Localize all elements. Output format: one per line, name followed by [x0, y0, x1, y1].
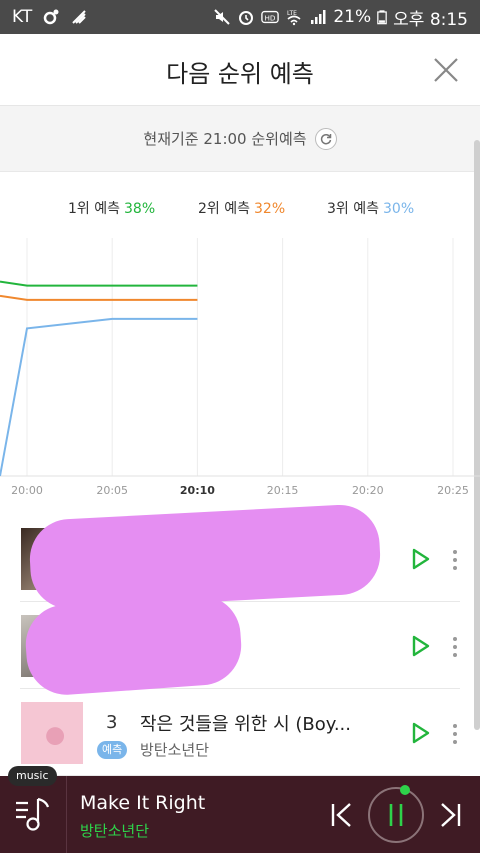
x-tick-label: 20:15 — [267, 484, 299, 497]
legend-item-rank1: 1위 예측 38% — [68, 198, 155, 218]
rank-number: 3 — [106, 712, 118, 733]
svg-text:HD: HD — [265, 14, 276, 23]
basis-label: 현재기준 21:00 순위예측 — [143, 130, 307, 148]
refresh-button[interactable] — [314, 127, 337, 150]
song-title: 작은 것들을 위한 시 (Boy... — [140, 714, 352, 735]
more-options-icon[interactable] — [450, 723, 460, 745]
mini-player[interactable]: music Make It Right 방탄소년단 — [0, 766, 480, 853]
battery-icon — [377, 10, 387, 25]
location-icon — [43, 9, 59, 25]
x-tick-label: 20:25 — [437, 484, 469, 497]
play-icon[interactable] — [411, 722, 431, 744]
next-track-icon[interactable] — [438, 802, 462, 828]
legend-label: 2위 예측 — [198, 201, 250, 217]
x-tick-label: 20:05 — [96, 484, 128, 497]
close-icon[interactable] — [432, 56, 460, 84]
previous-track-icon[interactable] — [330, 802, 354, 828]
hd-icon: HD — [261, 10, 280, 24]
prediction-basis: 현재기준 21:00 순위예측 — [0, 106, 480, 172]
series-line-3 — [0, 317, 198, 477]
signal-icon — [311, 10, 326, 24]
more-options-icon[interactable] — [450, 636, 460, 658]
progress-indicator — [400, 785, 410, 795]
play-icon[interactable] — [411, 635, 431, 657]
rank-prediction-chart: 20:00 20:05 20:10 20:15 20:20 20:25 — [0, 238, 480, 500]
app-notification-icon — [72, 10, 86, 24]
mute-icon — [214, 9, 231, 25]
x-tick-label: 20:10 — [180, 484, 215, 497]
now-playing-artist: 방탄소년단 — [80, 822, 150, 840]
legend-value: 38% — [124, 201, 156, 217]
series-line-2 — [0, 294, 198, 301]
artist-name: 방탄소년단 — [140, 741, 210, 759]
legend-item-rank2: 2위 예측 32% — [198, 198, 285, 218]
pause-icon — [389, 804, 403, 826]
chart-canvas: 20:00 20:05 20:10 20:15 20:20 20:25 — [0, 238, 480, 497]
x-tick-label: 20:20 — [352, 484, 384, 497]
lte-wifi-icon: LTE — [287, 10, 301, 26]
series-line-1 — [0, 280, 198, 287]
prediction-badge: 예측 — [97, 741, 128, 759]
list-item[interactable]: 3 작은 것들을 위한 시 (Boy... 예측 방탄소년단 — [20, 689, 460, 776]
play-icon[interactable] — [411, 548, 431, 570]
carrier-label: KT — [12, 7, 33, 27]
header: 다음 순위 예측 — [0, 34, 480, 106]
clock: 오후 8:15 — [393, 9, 468, 30]
chart-legend: 1위 예측 38% 2위 예측 32% 3위 예측 30% — [0, 198, 480, 220]
pause-button[interactable] — [368, 787, 424, 843]
divider — [66, 776, 67, 853]
alarm-icon — [239, 11, 254, 25]
redaction-mark — [23, 592, 244, 698]
page-title: 다음 순위 예측 — [166, 60, 314, 88]
refresh-icon — [320, 133, 331, 144]
music-label: music — [8, 766, 57, 786]
legend-label: 3위 예측 — [327, 201, 379, 217]
album-art — [21, 702, 83, 764]
playlist-icon[interactable] — [14, 795, 54, 835]
legend-label: 1위 예측 — [68, 201, 120, 217]
battery-percent: 21% — [333, 7, 372, 27]
now-playing-title: Make It Right — [80, 792, 206, 814]
x-tick-label: 20:00 — [11, 484, 43, 497]
more-options-icon[interactable] — [450, 549, 460, 571]
legend-value: 32% — [254, 201, 286, 217]
status-bar: KT HD LTE 21% 오후 8:15 — [0, 0, 480, 34]
legend-item-rank3: 3위 예측 30% — [327, 198, 414, 218]
legend-value: 30% — [383, 201, 415, 217]
